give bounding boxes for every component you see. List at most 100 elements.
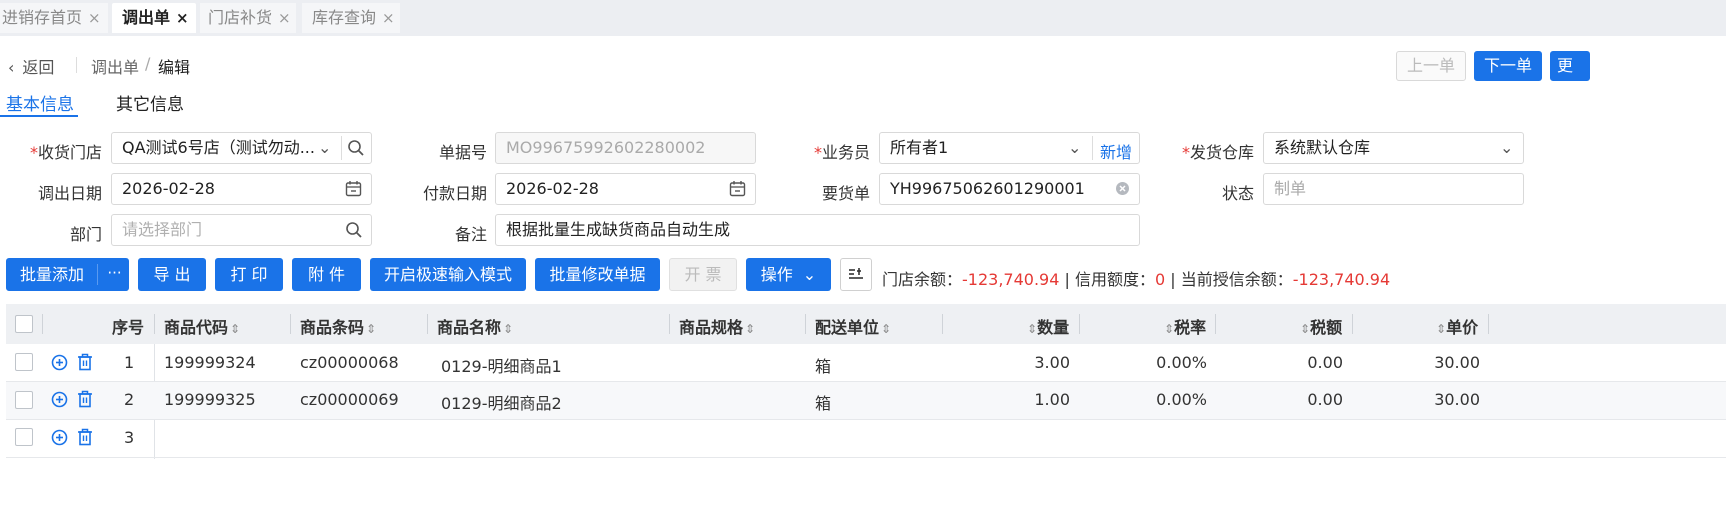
col-tax-rate[interactable]: ⇕税率 <box>1162 314 1206 338</box>
row-unit: 箱 <box>815 357 832 376</box>
close-icon[interactable]: × <box>176 9 189 27</box>
divider <box>1092 136 1093 160</box>
tab-inventory-home[interactable]: 进销存首页 × <box>0 3 108 33</box>
row-seq: 3 <box>124 428 135 447</box>
select-all-checkbox[interactable] <box>15 315 33 333</box>
col-code[interactable]: 商品代码 ⇕ <box>164 314 240 338</box>
more-button[interactable]: 更 <box>1550 51 1590 81</box>
trash-icon[interactable] <box>77 428 93 446</box>
row-qty[interactable]: 1.00 <box>990 390 1070 409</box>
status-field: 制单 <box>1263 173 1524 205</box>
store-balance-label: 门店余额： <box>882 270 963 289</box>
column-divider <box>427 314 428 334</box>
dept-field[interactable]: 请选择部门 <box>111 214 372 246</box>
row-name: 0129-明细商品2 <box>441 394 562 413</box>
col-name[interactable]: 商品名称 ⇕ <box>437 314 513 338</box>
remark-label: 备注 <box>454 225 487 244</box>
row-checkbox[interactable] <box>15 428 33 446</box>
column-divider <box>1352 314 1353 334</box>
col-qty[interactable]: ⇕数量 <box>1025 314 1069 338</box>
row-price[interactable]: 30.00 <box>1400 390 1480 409</box>
next-doc-button[interactable]: 下一单 <box>1474 51 1542 81</box>
column-settings-button[interactable] <box>840 258 872 291</box>
column-divider <box>805 314 806 334</box>
receive-store-value: QA测试6号店（测试勿动... <box>122 138 315 157</box>
row-seq: 1 <box>124 353 135 372</box>
breadcrumb-parent[interactable]: 调出单 <box>91 54 139 78</box>
batch-edit-button[interactable]: 批量修改单据 <box>535 258 660 291</box>
close-icon[interactable]: × <box>88 9 101 27</box>
page-tab-bar: 进销存首页 × 调出单 × 门店补货 × 库存查询 × <box>0 0 1726 36</box>
close-icon[interactable]: × <box>278 9 291 27</box>
warehouse-select[interactable]: 系统默认仓库 <box>1263 132 1524 164</box>
receive-store-select[interactable]: QA测试6号店（测试勿动... <box>111 132 372 164</box>
row-checkbox[interactable] <box>15 353 33 371</box>
col-spec[interactable]: 商品规格 ⇕ <box>679 314 755 338</box>
calendar-icon[interactable] <box>729 180 746 197</box>
tab-other-info[interactable]: 其它信息 <box>116 90 184 115</box>
request-order-field[interactable]: YH99675062601290001 <box>879 173 1140 205</box>
chevron-down-icon[interactable]: ⌄ <box>1068 138 1081 157</box>
column-divider <box>154 314 155 334</box>
out-date-label: 调出日期 <box>37 184 102 203</box>
calendar-icon[interactable] <box>345 180 362 197</box>
product-code-link[interactable]: 199999324 <box>164 353 256 372</box>
tab-basic-info[interactable]: 基本信息 <box>6 90 74 115</box>
clear-icon[interactable] <box>1115 181 1130 196</box>
row-tax: 0.00 <box>1307 390 1343 409</box>
sort-icon: ⇕ <box>881 322 892 336</box>
back-button[interactable]: ‹ 返回 <box>8 54 54 78</box>
row-seq: 2 <box>124 390 135 409</box>
trash-icon[interactable] <box>77 390 93 408</box>
invoice-button[interactable]: 开 票 <box>669 258 737 291</box>
batch-add-more-button[interactable]: ··· <box>100 258 129 291</box>
prev-doc-button[interactable]: 上一单 <box>1396 51 1466 81</box>
remark-field[interactable]: 根据批量生成缺货商品自动生成 <box>495 214 1140 246</box>
tab-store-replenish[interactable]: 门店补货 × <box>200 3 296 33</box>
row-checkbox[interactable] <box>15 391 33 409</box>
row-price[interactable]: 30.00 <box>1400 353 1480 372</box>
column-divider <box>290 314 291 334</box>
col-unit[interactable]: 配送单位 ⇕ <box>815 314 891 338</box>
breadcrumb-separator: / <box>145 54 151 73</box>
chevron-down-icon: ⌄ <box>802 265 817 284</box>
add-salesman-link[interactable]: 新增 <box>1100 139 1132 163</box>
column-divider <box>942 314 943 334</box>
operate-dropdown[interactable]: 操作 ⌄ <box>746 258 831 291</box>
close-icon[interactable]: × <box>382 9 395 27</box>
table-row <box>6 420 1726 458</box>
pay-date-field[interactable]: 2026-02-28 <box>495 173 756 205</box>
print-button[interactable]: 打 印 <box>215 258 283 291</box>
add-circle-icon[interactable] <box>51 429 68 446</box>
row-qty[interactable]: 3.00 <box>990 353 1070 372</box>
add-circle-icon[interactable] <box>51 391 68 408</box>
col-tax[interactable]: ⇕税额 <box>1298 314 1342 338</box>
tab-stock-query[interactable]: 库存查询 × <box>302 3 400 33</box>
col-price[interactable]: ⇕单价 <box>1434 314 1478 338</box>
add-circle-icon[interactable] <box>51 354 68 371</box>
credit-limit-value: 0 <box>1154 270 1166 289</box>
col-barcode[interactable]: 商品条码 ⇕ <box>300 314 376 338</box>
search-icon[interactable] <box>347 139 365 157</box>
product-code-link[interactable]: 199999325 <box>164 390 256 409</box>
trash-icon[interactable] <box>77 353 93 371</box>
col-seq: 序号 <box>112 318 145 337</box>
doc-no-label: 单据号 <box>438 143 487 162</box>
warehouse-label: *发货仓库 <box>1181 143 1254 162</box>
fast-input-mode-button[interactable]: 开启极速输入模式 <box>370 258 526 291</box>
row-unit: 箱 <box>815 394 832 413</box>
attachment-button[interactable]: 附 件 <box>292 258 361 291</box>
sort-icon: ⇕ <box>230 322 241 336</box>
out-date-field[interactable]: 2026-02-28 <box>111 173 372 205</box>
search-icon[interactable] <box>345 221 363 239</box>
sort-icon: ⇕ <box>503 322 514 336</box>
dept-placeholder: 请选择部门 <box>122 220 203 239</box>
column-settings-icon <box>849 268 863 279</box>
tab-label: 库存查询 <box>312 8 377 27</box>
sort-icon: ⇕ <box>1300 322 1311 336</box>
chevron-down-icon[interactable]: ⌄ <box>318 138 331 157</box>
tab-transfer-out[interactable]: 调出单 × <box>112 3 196 33</box>
chevron-down-icon[interactable]: ⌄ <box>1500 138 1513 157</box>
store-balance-value: -123,740.94 <box>962 270 1060 289</box>
export-button[interactable]: 导 出 <box>138 258 206 291</box>
